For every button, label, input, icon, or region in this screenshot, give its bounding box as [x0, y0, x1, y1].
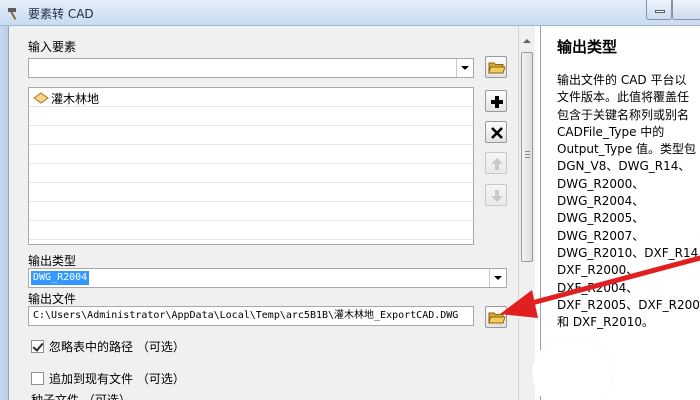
help-line: DWG_R2007、	[557, 228, 645, 243]
folder-open-icon	[488, 312, 506, 324]
vertical-scrollbar[interactable]	[518, 26, 535, 400]
help-line: 文件版本。此值将覆盖任	[557, 90, 690, 105]
help-line: DXF_R2004、	[557, 280, 639, 295]
dialog-panel: 输入要素 灌木林地 输出类型 DWG_R2004 输出文件 C:\Users\A…	[8, 26, 518, 400]
window-title: 要素转 CAD	[28, 7, 94, 21]
hammer-icon	[8, 8, 17, 20]
arrow-up-icon	[491, 158, 503, 170]
remove-button[interactable]	[485, 121, 507, 143]
output-type-value: DWG_R2004	[31, 271, 90, 285]
ignore-paths-label: 忽略表中的路径 （可选）	[49, 340, 185, 354]
help-line: Output_Type 值。类型包	[557, 142, 697, 157]
add-icon	[491, 96, 503, 108]
help-line: DXF_R2005、DXF_R200	[557, 297, 700, 312]
append-label: 追加到现有文件 （可选）	[49, 372, 185, 386]
output-file-label: 输出文件	[28, 292, 77, 306]
scroll-up-icon[interactable]	[519, 34, 535, 50]
chevron-down-icon	[461, 66, 469, 70]
help-line: DWG_R2000、	[557, 176, 645, 191]
input-features-combo[interactable]	[28, 58, 474, 78]
window-frame	[0, 26, 8, 400]
output-type-label: 输出类型	[28, 254, 77, 268]
polygon-feature-icon	[33, 92, 49, 104]
minimize-button[interactable]	[646, 0, 672, 20]
seed-file-label: 种子文件 （可选）	[31, 394, 131, 400]
ignore-paths-option[interactable]: 忽略表中的路径 （可选）	[31, 338, 185, 355]
help-line: CADFile_Type 中的	[557, 124, 665, 139]
help-line: DXF_R2000、	[557, 263, 639, 278]
input-features-label: 输入要素	[28, 40, 77, 54]
help-line: DWG_R2005、	[557, 211, 645, 226]
help-line: 输出文件的 CAD 平台以	[557, 73, 687, 87]
help-line: 包含于关键名称列或别名	[557, 107, 690, 122]
grip-icon	[525, 151, 530, 159]
dropdown-button[interactable]	[456, 59, 473, 77]
overlay-blob	[532, 338, 612, 400]
scroll-thumb[interactable]	[521, 52, 533, 262]
add-button[interactable]	[485, 90, 507, 112]
list-item-label: 灌木林地	[51, 91, 100, 106]
append-checkbox[interactable]	[31, 372, 44, 385]
maximize-button[interactable]	[672, 0, 700, 20]
chevron-down-icon	[494, 276, 502, 280]
folder-open-icon	[488, 62, 506, 74]
help-title: 输出类型	[557, 38, 618, 56]
output-type-select[interactable]: DWG_R2004	[28, 268, 507, 288]
minimize-icon	[655, 10, 665, 13]
browse-output-button[interactable]	[485, 306, 507, 328]
help-line: DGN_V8、DWG_R14、	[557, 159, 691, 174]
ignore-paths-checkbox[interactable]	[31, 340, 44, 353]
help-line: DWG_R2010、DXF_R14	[557, 245, 699, 260]
arrow-down-icon	[491, 190, 503, 202]
move-up-button[interactable]	[485, 152, 507, 174]
help-line: DWG_R2004、	[557, 194, 645, 209]
title-bar: 要素转 CAD	[0, 0, 700, 26]
list-item[interactable]: 灌木林地	[33, 90, 99, 106]
move-down-button[interactable]	[485, 184, 507, 206]
dropdown-button[interactable]	[489, 269, 506, 287]
feature-list[interactable]: 灌木林地	[28, 87, 474, 245]
browse-input-button[interactable]	[485, 56, 507, 78]
append-option[interactable]: 追加到现有文件 （可选）	[31, 370, 185, 387]
help-text: 输出文件的 CAD 平台以 文件版本。此值将覆盖任 包含于关键名称列或别名 CA…	[557, 72, 700, 331]
help-line: 和 DXF_R2010。	[557, 315, 655, 330]
output-file-input[interactable]: C:\Users\Administrator\AppData\Local\Tem…	[28, 306, 474, 326]
remove-icon	[491, 127, 503, 139]
